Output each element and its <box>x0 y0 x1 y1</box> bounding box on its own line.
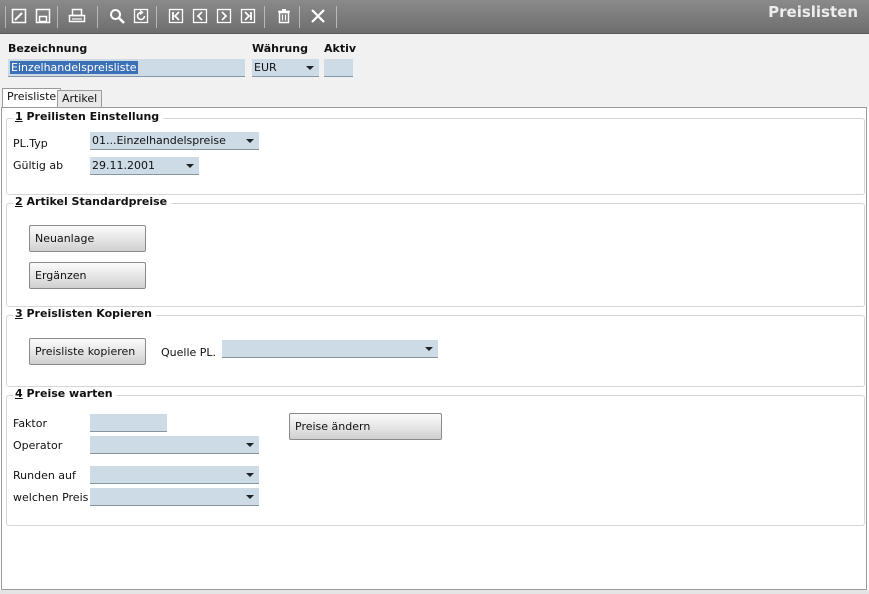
waehrung-label: Währung <box>252 42 308 55</box>
tab-artikel[interactable]: Artikel <box>57 90 103 108</box>
last-icon[interactable] <box>239 7 257 25</box>
group-title: 4 Preise warten <box>13 387 117 400</box>
gueltig-label: Gültig ab <box>13 159 64 172</box>
quelle-select[interactable] <box>222 340 438 358</box>
bezeichnung-value: Einzelhandelspreisliste <box>10 61 138 74</box>
toolbar-separator <box>57 6 58 28</box>
chevron-down-icon <box>246 443 254 447</box>
group-preise-warten: 4 Preise warten Faktor Operator Runden a… <box>6 387 865 526</box>
group-title: 3 Preislisten Kopieren <box>13 307 156 320</box>
pltyp-select[interactable]: 01...Einzelhandelspreise <box>90 132 259 150</box>
operator-select[interactable] <box>90 436 259 454</box>
group-number: 2 <box>15 195 23 208</box>
toolbar-separator <box>97 6 98 28</box>
group-title: 1 Preilisten Einstellung <box>13 110 164 123</box>
waehrung-select[interactable]: EUR <box>252 59 319 77</box>
edit-icon[interactable] <box>10 7 28 25</box>
group-title-text: Preilisten Einstellung <box>26 110 160 123</box>
toolbar: Preislisten <box>0 0 869 34</box>
refresh-icon[interactable] <box>132 7 150 25</box>
chevron-down-icon <box>246 495 254 499</box>
group-number: 4 <box>15 387 23 400</box>
chevron-down-icon <box>306 66 314 70</box>
group-preilisten-einstellung: 1 Preilisten Einstellung PL.Typ 01...Ein… <box>6 110 865 195</box>
runden-select[interactable] <box>90 466 259 484</box>
group-number: 3 <box>15 307 23 320</box>
gueltig-value: 29.11.2001 <box>92 159 155 172</box>
delete-icon[interactable] <box>275 7 293 25</box>
status-bar <box>0 590 869 594</box>
faktor-label: Faktor <box>13 417 47 430</box>
bezeichnung-field[interactable]: Einzelhandelspreisliste <box>8 59 245 77</box>
preisliste-kopieren-button[interactable]: Preisliste kopieren <box>29 338 146 365</box>
aktiv-field[interactable] <box>324 59 353 77</box>
group-title: 2 Artikel Standardpreise <box>13 195 172 208</box>
group-title-text: Preise warten <box>26 387 113 400</box>
runden-label: Runden auf <box>13 469 76 482</box>
toolbar-separator <box>264 6 265 28</box>
operator-label: Operator <box>13 439 63 452</box>
print-icon[interactable] <box>68 7 86 25</box>
welchen-preis-select[interactable] <box>90 488 259 506</box>
bezeichnung-label: Bezeichnung <box>8 42 88 55</box>
toolbar-separator <box>299 6 300 28</box>
group-title-text: Artikel Standardpreise <box>26 195 168 208</box>
save-icon[interactable] <box>34 7 52 25</box>
group-artikel-standardpreise: 2 Artikel Standardpreise Neuanlage Ergän… <box>6 195 865 307</box>
close-icon[interactable] <box>309 7 327 25</box>
pltyp-label: PL.Typ <box>13 137 48 150</box>
toolbar-separator <box>156 6 157 28</box>
preise-aendern-button[interactable]: Preise ändern <box>289 413 442 440</box>
ergaenzen-button[interactable]: Ergänzen <box>29 262 146 289</box>
window-title: Preislisten <box>768 3 858 21</box>
chevron-down-icon <box>425 347 433 351</box>
tab-content: 1 Preilisten Einstellung PL.Typ 01...Ein… <box>1 107 867 590</box>
gueltig-select[interactable]: 29.11.2001 <box>90 157 199 175</box>
welchen-preis-label: welchen Preis <box>13 491 89 504</box>
form-header: Bezeichnung Einzelhandelspreisliste Währ… <box>0 34 869 88</box>
group-number: 1 <box>15 110 23 123</box>
group-preislisten-kopieren: 3 Preislisten Kopieren Preisliste kopier… <box>6 307 865 387</box>
group-title-text: Preislisten Kopieren <box>26 307 152 320</box>
next-icon[interactable] <box>215 7 233 25</box>
first-icon[interactable] <box>167 7 185 25</box>
toolbar-separator <box>5 6 6 28</box>
neuanlage-button[interactable]: Neuanlage <box>29 225 146 252</box>
chevron-down-icon <box>186 164 194 168</box>
chevron-down-icon <box>246 473 254 477</box>
waehrung-value: EUR <box>254 61 277 74</box>
tab-preisliste[interactable]: Preisliste <box>2 88 62 108</box>
chevron-down-icon <box>246 139 254 143</box>
pltyp-value: 01...Einzelhandelspreise <box>92 134 226 147</box>
search-icon[interactable] <box>108 7 126 25</box>
aktiv-label: Aktiv <box>324 42 357 55</box>
quelle-label: Quelle PL. <box>161 346 217 359</box>
toolbar-separator <box>336 6 337 28</box>
tab-bar: Preisliste Artikel <box>0 88 869 108</box>
faktor-field[interactable] <box>90 414 167 432</box>
previous-icon[interactable] <box>191 7 209 25</box>
